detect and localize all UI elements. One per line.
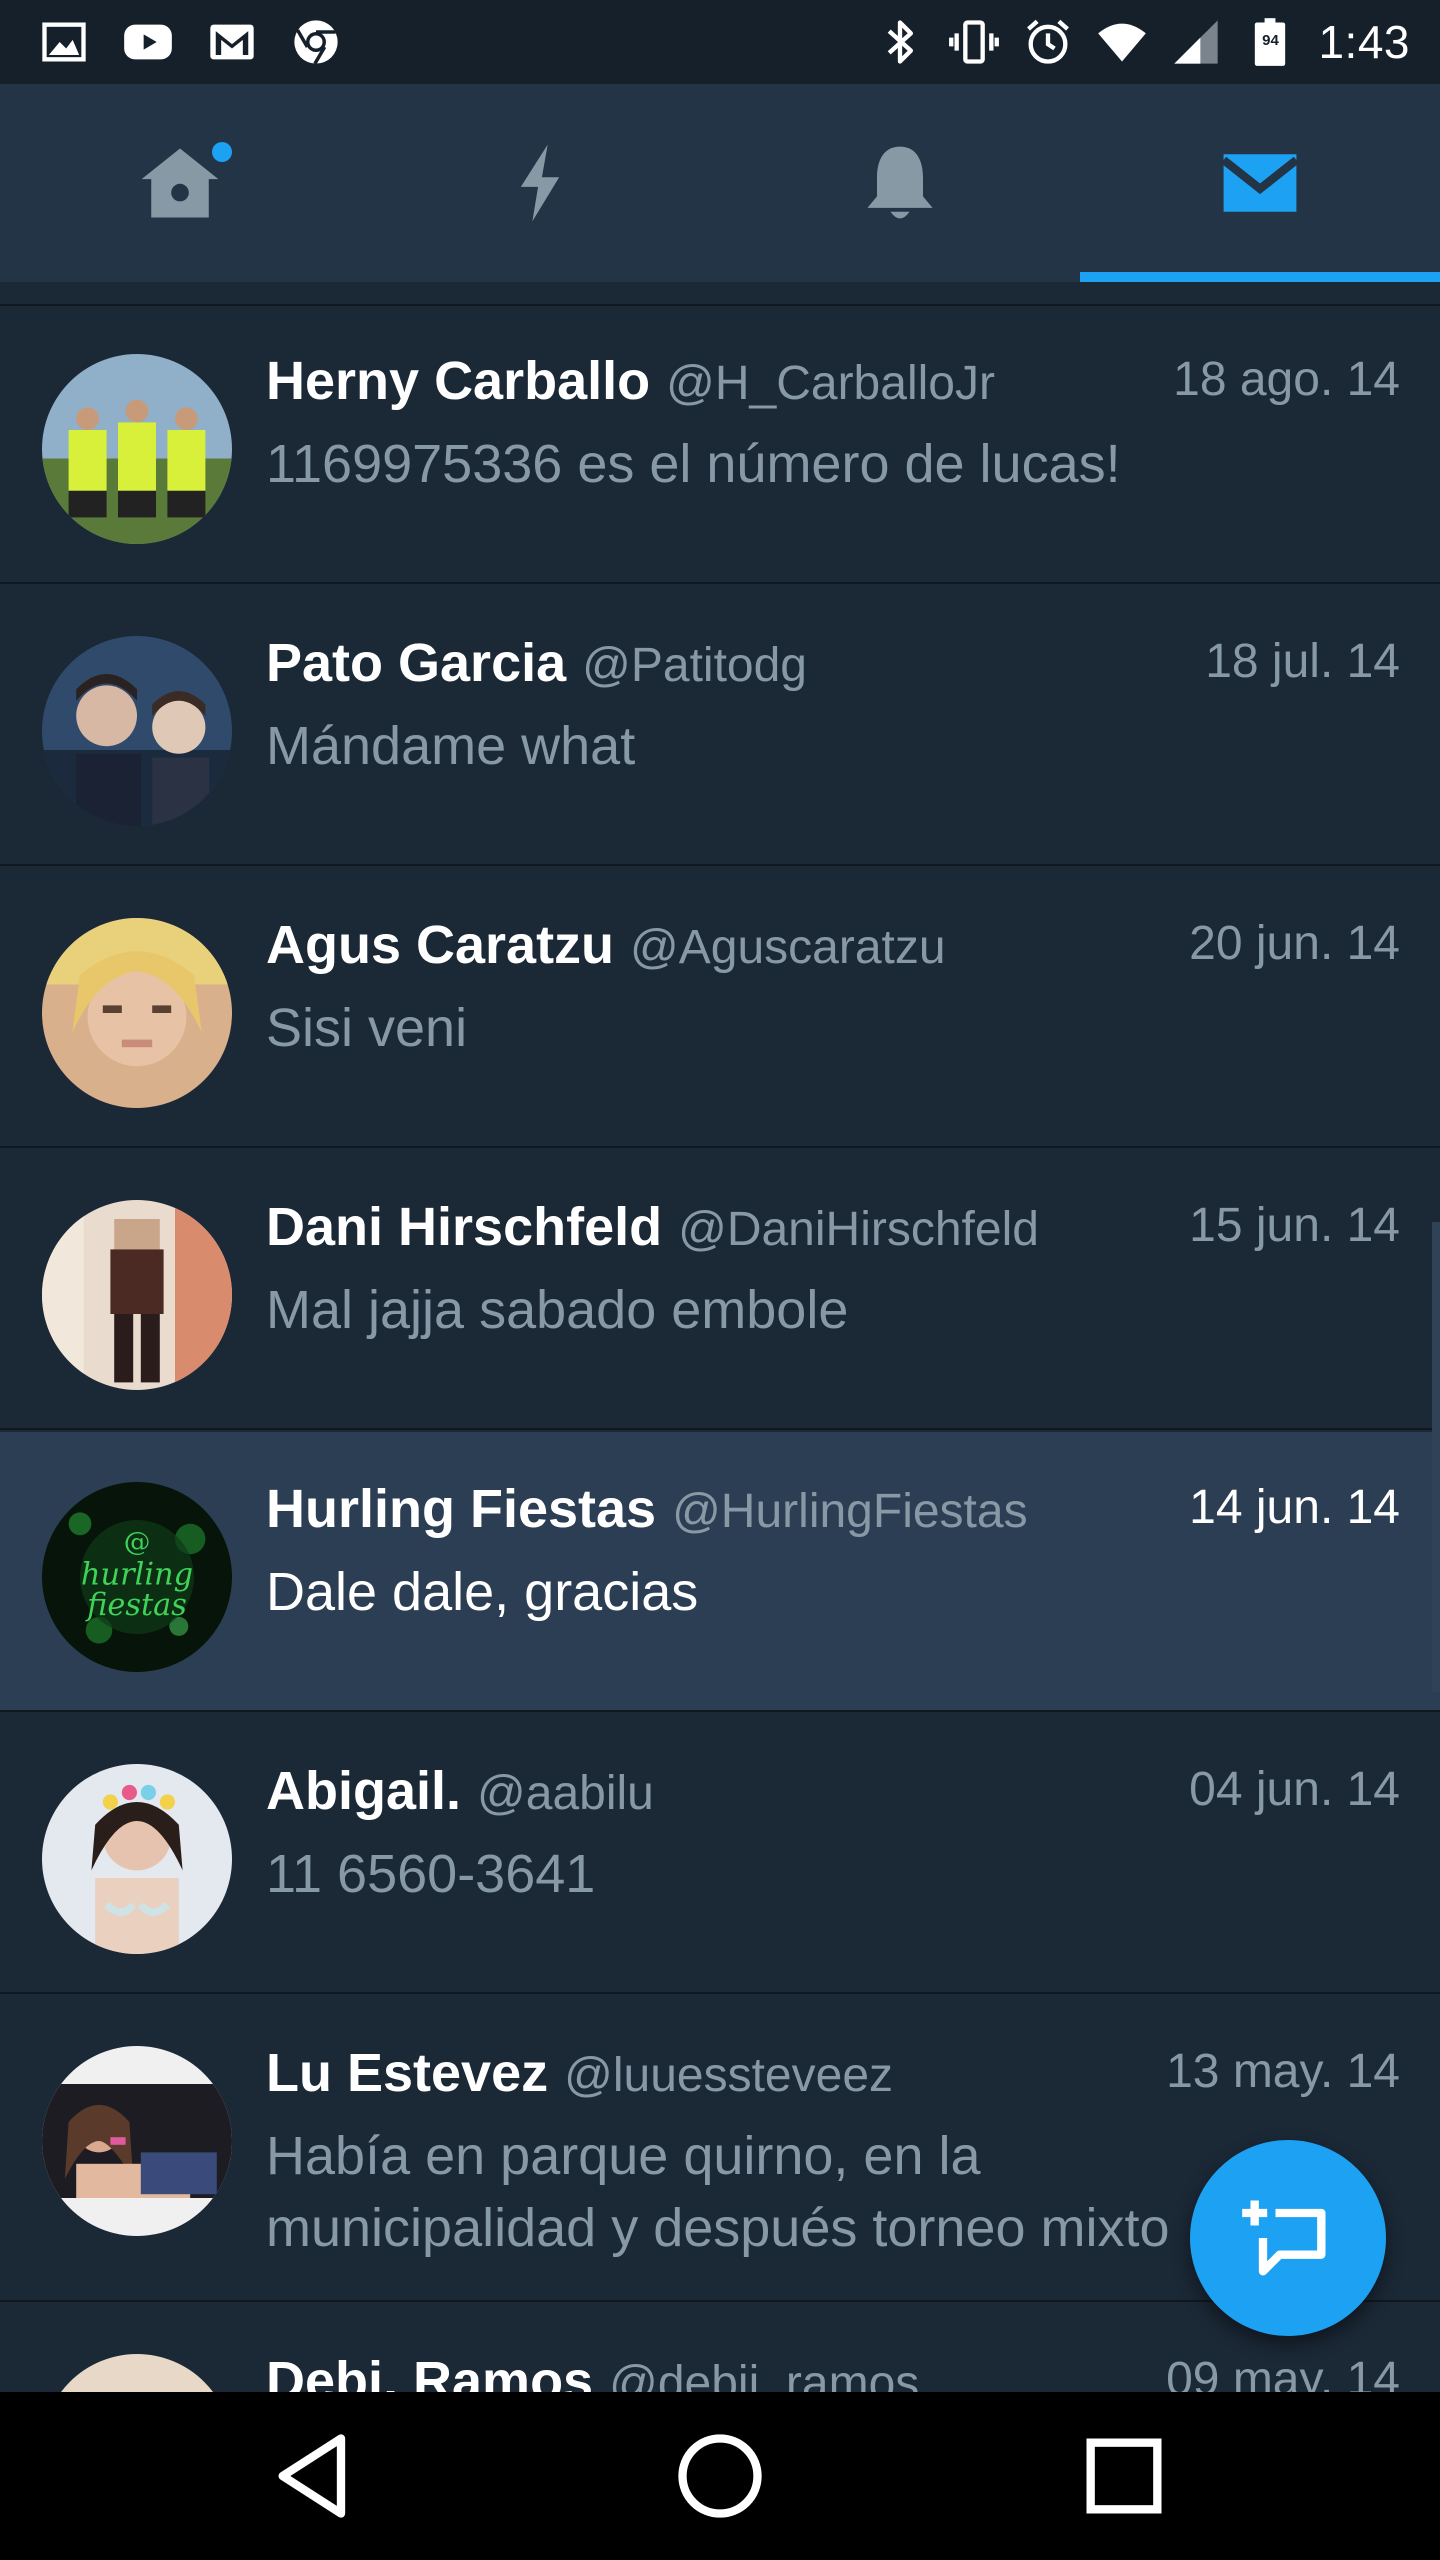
battery-level: 94 [1262, 32, 1279, 49]
message-preview: Sisi veni [266, 998, 468, 1058]
home-button[interactable] [670, 2426, 770, 2526]
message-preview: 1169975336 es el número de lucas! [266, 434, 1121, 494]
svg-text:fiestas: fiestas [85, 1588, 187, 1623]
scrollbar[interactable] [1432, 1222, 1440, 1692]
gmail-icon [206, 16, 258, 68]
unread-dot [212, 142, 232, 162]
tab-home[interactable] [0, 84, 360, 282]
conversation-row[interactable]: Debi, Ramos @debii_ramos 09 may. 14 [0, 2304, 1440, 2392]
home-circle-icon [678, 2434, 762, 2518]
message-date: 20 jun. 14 [1189, 917, 1400, 970]
recents-icon [1086, 2438, 1162, 2514]
message-preview: Mándame what [266, 716, 636, 776]
conversation-list[interactable]: Herny Carballo @H_CarballoJr 18 ago. 14 1… [0, 282, 1440, 2392]
avatar [42, 354, 232, 544]
message-preview: 11 6560-3641 [266, 1844, 596, 1904]
avatar [42, 1764, 232, 1954]
avatar [42, 2046, 232, 2236]
back-icon [278, 2434, 346, 2518]
avatar [42, 918, 232, 1108]
user-handle: @HurlingFiestas [672, 1485, 1028, 1538]
bell-icon [867, 146, 933, 219]
tab-notifications[interactable] [720, 84, 1080, 282]
user-name: Lu Estevez [266, 2043, 549, 2103]
lightning-icon [520, 144, 560, 222]
cellular-signal-icon [1170, 16, 1222, 68]
user-handle: @luuessteveez [564, 2049, 894, 2102]
message-date: 13 may. 14 [1166, 2045, 1400, 2098]
conversation-row[interactable]: Abigail. @aabilu 04 jun. 14 11 6560-3641 [0, 1714, 1440, 1994]
bluetooth-icon [874, 16, 926, 68]
message-date: 14 jun. 14 [1189, 1481, 1400, 1534]
message-date: 09 may. 14 [1166, 2353, 1400, 2392]
active-tab-indicator [1080, 272, 1440, 282]
avatar [42, 636, 232, 826]
user-name: Hurling Fiestas [266, 1479, 657, 1539]
back-button[interactable] [266, 2426, 366, 2526]
youtube-icon [122, 16, 174, 68]
conversation-row[interactable]: Pato Garcia @Patitodg 18 jul. 14 Mándame … [0, 586, 1440, 866]
user-name: Herny Carballo [266, 351, 651, 411]
wifi-icon [1096, 16, 1148, 68]
vibrate-icon [948, 16, 1000, 68]
navigation-bar [0, 2392, 1440, 2560]
message-date: 04 jun. 14 [1189, 1763, 1400, 1816]
conversation-row[interactable]: Agus Caratzu @Aguscaratzu 20 jun. 14 Sisi… [0, 868, 1440, 1148]
conversation-row[interactable]: Herny Carballo @H_CarballoJr 18 ago. 14 1… [0, 304, 1440, 584]
alarm-icon [1022, 16, 1074, 68]
user-name: Agus Caratzu [266, 915, 615, 975]
chrome-icon [290, 16, 342, 68]
message-date: 18 ago. 14 [1173, 353, 1400, 406]
user-name: Abigail. [266, 1761, 462, 1821]
new-message-button[interactable] [1190, 2140, 1386, 2336]
user-name: Debi, Ramos [266, 2351, 594, 2392]
message-preview: Había en parque quirno, en la municipali… [266, 2126, 1170, 2258]
tab-bar [0, 84, 1440, 282]
conversation-row[interactable]: Dani Hirschfeld @DaniHirschfeld 15 jun. 1… [0, 1150, 1440, 1430]
tab-moments[interactable] [360, 84, 720, 282]
user-handle: @H_CarballoJr [666, 357, 995, 410]
recents-button[interactable] [1074, 2426, 1174, 2526]
user-handle: @Aguscaratzu [630, 921, 946, 974]
message-date: 15 jun. 14 [1189, 1199, 1400, 1252]
battery-icon: 94 [1244, 16, 1296, 68]
user-name: Pato Garcia [266, 633, 567, 693]
status-right-icons: 94 1:43 [874, 12, 1410, 72]
status-left-icons [38, 16, 342, 68]
user-handle: @aabilu [477, 1767, 654, 1820]
clock: 1:43 [1318, 16, 1410, 68]
message-date: 18 jul. 14 [1205, 635, 1400, 688]
message-preview: Mal jajja sabado embole [266, 1280, 849, 1340]
gallery-icon [38, 16, 90, 68]
avatar [42, 2354, 232, 2392]
user-handle: @Patitodg [582, 639, 807, 692]
message-preview: Dale dale, gracias [266, 1562, 699, 1622]
new-message-icon [1242, 2200, 1326, 2276]
user-handle: @debii_ramos [609, 2357, 920, 2392]
envelope-icon [1220, 154, 1300, 212]
status-bar: 94 1:43 [0, 0, 1440, 84]
avatar: @ hurling fiestas [42, 1482, 232, 1672]
user-handle: @DaniHirschfeld [678, 1203, 1039, 1256]
tab-messages[interactable] [1080, 84, 1440, 282]
avatar [42, 1200, 232, 1390]
svg-text:@: @ [124, 1526, 151, 1557]
conversation-row[interactable]: @ hurling fiestas Hurling Fiestas @Hurlin… [0, 1432, 1440, 1712]
user-name: Dani Hirschfeld [266, 1197, 663, 1257]
